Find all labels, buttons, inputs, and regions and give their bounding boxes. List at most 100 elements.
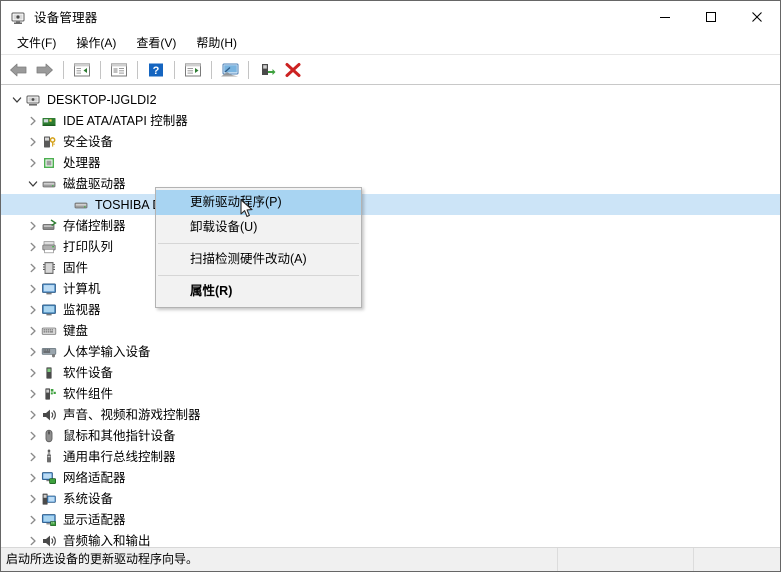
chevron-right-icon[interactable] xyxy=(25,320,41,341)
audio-io-icon xyxy=(41,533,58,548)
tree-item[interactable]: 存储控制器 xyxy=(1,215,780,236)
tree-item[interactable]: TOSHIBA D1 xyxy=(1,194,780,215)
tree-item[interactable]: 安全设备 xyxy=(1,131,780,152)
chevron-right-icon[interactable] xyxy=(25,131,41,152)
tree-item[interactable]: 显示适配器 xyxy=(1,509,780,530)
chevron-down-icon[interactable] xyxy=(25,173,41,194)
show-hide-tree-icon[interactable] xyxy=(69,58,94,82)
tree-item[interactable]: IDE ATA/ATAPI 控制器 xyxy=(1,110,780,131)
tree-item[interactable]: 声音、视频和游戏控制器 xyxy=(1,404,780,425)
context-menu-item-update-driver[interactable]: 更新驱动程序(P) xyxy=(156,190,361,215)
tree-item[interactable]: 处理器 xyxy=(1,152,780,173)
uninstall-device-icon[interactable] xyxy=(280,58,305,82)
chevron-right-icon[interactable] xyxy=(25,467,41,488)
chevron-right-icon[interactable] xyxy=(25,341,41,362)
menu-view[interactable]: 查看(V) xyxy=(126,32,186,54)
tree-item-label: 声音、视频和游戏控制器 xyxy=(63,407,201,422)
status-panel-secondary xyxy=(558,548,694,571)
chevron-right-icon[interactable] xyxy=(25,362,41,383)
tree-item-label: DESKTOP-IJGLDI2 xyxy=(47,92,157,107)
toolbar-separator-5 xyxy=(211,60,212,79)
chevron-right-icon[interactable] xyxy=(25,446,41,467)
disk-drive-icon xyxy=(73,197,90,213)
back-arrow-icon[interactable] xyxy=(6,58,31,82)
context-menu-item-uninstall-device[interactable]: 卸载设备(U) xyxy=(156,215,361,240)
tree-item[interactable]: 通用串行总线控制器 xyxy=(1,446,780,467)
context-menu-separator-1 xyxy=(158,243,359,244)
tree-item[interactable]: 网络适配器 xyxy=(1,467,780,488)
tree-item-label: 存储控制器 xyxy=(63,218,126,233)
forward-arrow-icon[interactable] xyxy=(32,58,57,82)
toolbar-separator-4 xyxy=(174,60,175,79)
chevron-right-icon[interactable] xyxy=(25,509,41,530)
chevron-right-icon[interactable] xyxy=(25,299,41,320)
device-tree-area: DESKTOP-IJGLDI2 IDE ATA/ATAPI 控制器安全设备 处理器磁… xyxy=(1,85,780,547)
display-adapter-icon xyxy=(41,512,58,528)
tree-item[interactable]: 键盘 xyxy=(1,320,780,341)
tree-item-label: 监视器 xyxy=(63,302,101,317)
mouse-icon xyxy=(41,428,58,444)
enable-device-icon[interactable] xyxy=(254,58,279,82)
chevron-right-icon[interactable] xyxy=(25,383,41,404)
tree-item[interactable]: 监视器 xyxy=(1,299,780,320)
print-queue-icon xyxy=(41,239,58,255)
chevron-right-icon[interactable] xyxy=(25,110,41,131)
software-component-icon xyxy=(41,386,58,402)
tree-item-label: IDE ATA/ATAPI 控制器 xyxy=(63,113,188,128)
tree-item[interactable]: 计算机 xyxy=(1,278,780,299)
security-device-icon xyxy=(41,134,58,150)
tree-item[interactable]: 鼠标和其他指针设备 xyxy=(1,425,780,446)
tree-item-label: 固件 xyxy=(63,260,89,275)
tree-item[interactable]: 人体学输入设备 xyxy=(1,341,780,362)
scan-hardware-icon[interactable] xyxy=(217,58,242,82)
tree-item[interactable]: 软件组件 xyxy=(1,383,780,404)
tree-item-label: 打印队列 xyxy=(63,239,114,254)
chevron-down-icon[interactable] xyxy=(9,89,25,110)
tree-item[interactable]: 音频输入和输出 xyxy=(1,530,780,547)
properties-icon[interactable] xyxy=(106,58,131,82)
disk-drive-icon xyxy=(41,176,58,192)
context-menu-item-properties[interactable]: 属性(R) xyxy=(156,279,361,304)
tree-item-label: 人体学输入设备 xyxy=(63,344,151,359)
chevron-right-icon[interactable] xyxy=(25,215,41,236)
menu-file[interactable]: 文件(F) xyxy=(7,32,66,54)
toolbar: ? xyxy=(1,55,780,85)
tree-item[interactable]: 磁盘驱动器 xyxy=(1,173,780,194)
keyboard-icon xyxy=(41,323,58,339)
chevron-right-icon[interactable] xyxy=(25,278,41,299)
tree-item-label: 网络适配器 xyxy=(63,470,126,485)
help-icon[interactable]: ? xyxy=(143,58,168,82)
chevron-right-icon[interactable] xyxy=(25,236,41,257)
sound-video-game-icon xyxy=(41,407,58,423)
chevron-right-icon[interactable] xyxy=(25,425,41,446)
maximize-button[interactable] xyxy=(688,1,734,32)
tree-item[interactable]: 固件 xyxy=(1,257,780,278)
window-title: 设备管理器 xyxy=(34,11,98,25)
chevron-right-icon[interactable] xyxy=(25,257,41,278)
chevron-right-icon[interactable] xyxy=(25,530,41,547)
chevron-right-icon[interactable] xyxy=(25,152,41,173)
device-tree: DESKTOP-IJGLDI2 IDE ATA/ATAPI 控制器安全设备 处理器磁… xyxy=(1,89,780,547)
computer-icon xyxy=(41,281,58,297)
menu-help[interactable]: 帮助(H) xyxy=(186,32,247,54)
update-driver-icon[interactable] xyxy=(180,58,205,82)
status-bar: 启动所选设备的更新驱动程序向导。 xyxy=(1,547,780,571)
context-menu: 更新驱动程序(P) 卸载设备(U) 扫描检测硬件改动(A) 属性(R) xyxy=(155,187,362,308)
hid-icon xyxy=(41,344,58,360)
tree-item[interactable]: 打印队列 xyxy=(1,236,780,257)
menu-bar: 文件(F) 操作(A) 查看(V) 帮助(H) xyxy=(1,32,780,55)
device-manager-icon xyxy=(10,9,26,25)
tree-item-label: 键盘 xyxy=(63,323,89,338)
tree-item[interactable]: 软件设备 xyxy=(1,362,780,383)
menu-action[interactable]: 操作(A) xyxy=(66,32,126,54)
close-button[interactable] xyxy=(734,1,780,32)
chevron-right-icon[interactable] xyxy=(25,488,41,509)
chevron-right-icon[interactable] xyxy=(25,404,41,425)
minimize-button[interactable] xyxy=(642,1,688,32)
tree-item[interactable]: DESKTOP-IJGLDI2 xyxy=(1,89,780,110)
tree-item[interactable]: 系统设备 xyxy=(1,488,780,509)
tree-item-label: 鼠标和其他指针设备 xyxy=(63,428,176,443)
network-adapter-icon xyxy=(41,470,58,486)
tree-item-label: 计算机 xyxy=(63,281,101,296)
context-menu-item-scan-hardware-changes[interactable]: 扫描检测硬件改动(A) xyxy=(156,247,361,272)
